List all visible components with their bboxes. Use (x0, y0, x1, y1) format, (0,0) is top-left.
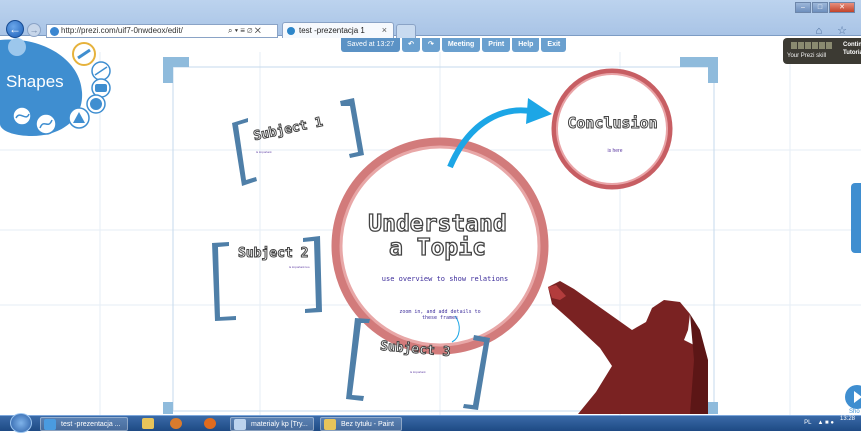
tutorial-text: Tutoria (843, 50, 861, 56)
continue-tutorial-link[interactable]: Contin Tutoria (843, 41, 861, 57)
pinned-firefox[interactable] (196, 417, 224, 431)
main-title-line1: Understand (368, 211, 508, 237)
taskbar-item-word[interactable]: materialy kp [Try... (230, 417, 314, 431)
ie-icon (44, 419, 56, 430)
subject-2-label[interactable]: Subject 2 (237, 246, 308, 262)
paint-icon (324, 419, 336, 430)
presenter-silhouette (548, 281, 708, 414)
windows-taskbar: test -prezentacja ... materialy kp [Try.… (0, 413, 861, 433)
media-icon (170, 418, 182, 429)
print-button[interactable]: Print (482, 38, 511, 52)
clock[interactable]: 13:28 (840, 416, 855, 431)
pinned-media[interactable] (162, 417, 190, 431)
zoom-controls[interactable] (851, 183, 861, 253)
document-icon (234, 419, 246, 430)
conclusion-title[interactable]: Conclusion (555, 114, 670, 133)
start-button[interactable] (10, 413, 32, 433)
skill-meter (791, 42, 832, 49)
taskbar-item-paint[interactable]: Bez tytułu - Paint (320, 417, 402, 431)
redo-button[interactable]: ↷ (421, 38, 440, 52)
subject-3-note[interactable]: is important (410, 370, 426, 374)
pinned-explorer[interactable] (134, 417, 162, 431)
skill-label: Your Prezi skill (787, 53, 827, 59)
main-title[interactable]: Understand a Topic (330, 211, 545, 261)
taskbar-item-label: materialy kp [Try... (251, 421, 308, 428)
zoom-note[interactable]: zoom in, and add details to these frames (395, 309, 485, 321)
subject-1-note[interactable]: is important (256, 150, 272, 154)
main-title-line2: a Topic (388, 235, 486, 261)
exit-button[interactable]: Exit (541, 38, 567, 52)
language-indicator[interactable]: PL (804, 416, 811, 431)
shapes-menu-title[interactable]: Shapes (6, 72, 64, 92)
main-subtitle[interactable]: use overview to show relations (350, 275, 540, 283)
taskbar-item-ie[interactable]: test -prezentacja ... (40, 417, 128, 431)
prezi-toolbar: Saved at 13:27 ↶ ↷ Meeting Print Help Ex… (341, 38, 567, 52)
subject-2-note[interactable]: is important too (289, 265, 310, 269)
continue-text: Contin (843, 42, 861, 48)
conclusion-subtitle[interactable]: is here (590, 148, 640, 154)
subject1-brackets (232, 98, 364, 186)
taskbar-item-label: test -prezentacja ... (61, 421, 121, 428)
meeting-button[interactable]: Meeting (441, 38, 481, 52)
folder-icon (142, 418, 154, 429)
undo-button[interactable]: ↶ (402, 38, 420, 52)
prezi-skill-widget[interactable]: Your Prezi skill Contin Tutoria (783, 38, 861, 64)
taskbar-item-label: Bez tytułu - Paint (341, 421, 394, 428)
system-tray: PL ▲ ■ ● 13:28 (804, 416, 855, 431)
saved-status: Saved at 13:27 (341, 38, 401, 52)
help-button[interactable]: Help (512, 38, 540, 52)
tray-icons[interactable]: ▲ ■ ● (817, 416, 834, 431)
firefox-icon (204, 418, 216, 429)
